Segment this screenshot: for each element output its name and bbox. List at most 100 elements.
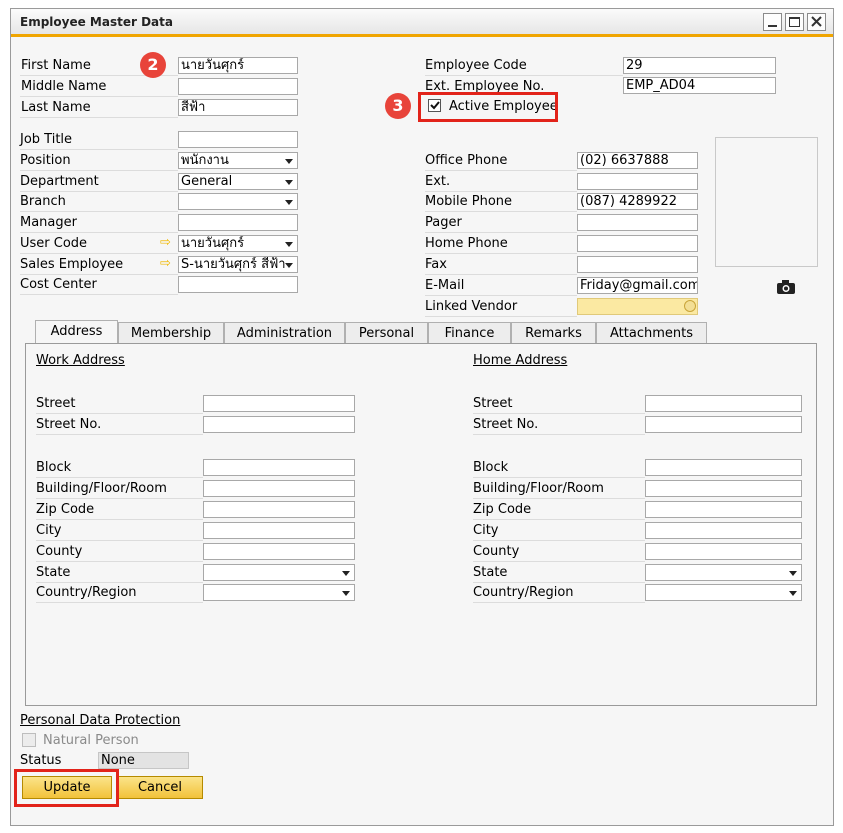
address-label: Building/Floor/Room xyxy=(36,481,167,496)
underline xyxy=(20,191,178,192)
pdp-title: Personal Data Protection xyxy=(20,713,181,728)
name-field[interactable] xyxy=(178,78,298,95)
underline xyxy=(20,170,178,171)
home-address-field[interactable] xyxy=(645,584,802,601)
underline xyxy=(20,294,178,295)
underline xyxy=(473,519,645,520)
contact-field[interactable] xyxy=(577,173,698,190)
underline xyxy=(36,602,203,603)
callout-badge-2: 2 xyxy=(140,52,166,78)
home-address-field[interactable] xyxy=(645,543,802,560)
underline xyxy=(36,434,203,435)
close-button[interactable] xyxy=(807,13,826,31)
address-label: Block xyxy=(36,460,72,475)
field-label: Job Title xyxy=(20,132,73,147)
field-label: Home Phone xyxy=(425,236,508,251)
field-label: Branch xyxy=(20,194,66,209)
dropdown-field[interactable]: General xyxy=(178,173,298,190)
contact-field[interactable]: Friday@gmail.com xyxy=(577,277,698,294)
field-label: Department xyxy=(20,174,99,189)
underline xyxy=(425,295,577,296)
underline xyxy=(473,602,645,603)
home-address-field[interactable] xyxy=(645,522,802,539)
field-label: Manager xyxy=(20,215,77,230)
field-label: Office Phone xyxy=(425,153,508,168)
natural-person-checkbox[interactable] xyxy=(22,733,36,747)
work-address-field[interactable] xyxy=(203,584,355,601)
address-label: County xyxy=(36,544,83,559)
field-label: Last Name xyxy=(21,100,91,115)
home-address-field[interactable] xyxy=(645,459,802,476)
underline xyxy=(20,211,178,212)
cancel-button[interactable]: Cancel xyxy=(117,776,203,799)
maximize-icon xyxy=(789,17,800,27)
work-address-title: Work Address xyxy=(36,353,125,368)
tab-personal[interactable]: Personal xyxy=(345,322,428,344)
underline xyxy=(425,170,577,171)
contact-field[interactable]: (02) 6637888 xyxy=(577,152,698,169)
callout-badge-3: 3 xyxy=(385,93,411,119)
tab-address[interactable]: Address xyxy=(35,320,118,344)
tab-administration[interactable]: Administration xyxy=(224,322,345,344)
contact-field[interactable] xyxy=(577,214,698,231)
work-address-field[interactable] xyxy=(203,480,355,497)
contact-field[interactable]: (087) 4289922 xyxy=(577,193,698,210)
minimize-button[interactable] xyxy=(763,13,782,31)
text-field[interactable] xyxy=(178,131,298,148)
camera-icon[interactable] xyxy=(776,279,796,295)
dropdown-field[interactable]: S-นายวันศุกร์ สีฟ้า xyxy=(178,256,298,273)
linked-vendor-field[interactable] xyxy=(577,298,698,315)
employee-code-label: Employee Code xyxy=(425,58,527,73)
tab-finance[interactable]: Finance xyxy=(428,322,511,344)
name-field[interactable]: นายวันศุกร์ xyxy=(178,57,298,74)
underline xyxy=(36,519,203,520)
link-arrow-icon[interactable]: ⇨ xyxy=(160,256,171,271)
employee-photo-area[interactable] xyxy=(715,137,818,267)
underline xyxy=(473,540,645,541)
employee-code-field[interactable]: 29 xyxy=(623,57,776,74)
text-field[interactable] xyxy=(178,214,298,231)
link-arrow-icon[interactable]: ⇨ xyxy=(160,235,171,250)
work-address-field[interactable] xyxy=(203,543,355,560)
maximize-button[interactable] xyxy=(785,13,804,31)
address-label: State xyxy=(36,565,71,580)
address-label: Street xyxy=(36,396,76,411)
work-address-field[interactable] xyxy=(203,522,355,539)
contact-field[interactable] xyxy=(577,256,698,273)
work-address-field[interactable] xyxy=(203,416,355,433)
title-bar: Employee Master Data xyxy=(11,9,833,37)
field-label: Cost Center xyxy=(20,277,97,292)
address-label: City xyxy=(473,523,499,538)
field-label: Pager xyxy=(425,215,462,230)
underline xyxy=(36,582,203,583)
work-address-field[interactable] xyxy=(203,395,355,412)
dropdown-field[interactable]: นายวันศุกร์ xyxy=(178,235,298,252)
work-address-field[interactable] xyxy=(203,459,355,476)
dropdown-field[interactable] xyxy=(178,193,298,210)
home-address-field[interactable] xyxy=(645,564,802,581)
dropdown-field[interactable]: พนักงาน xyxy=(178,152,298,169)
tab-membership[interactable]: Membership xyxy=(118,322,224,344)
underline xyxy=(20,253,178,254)
home-address-field[interactable] xyxy=(645,416,802,433)
field-label: Mobile Phone xyxy=(425,194,513,209)
underline xyxy=(36,561,203,562)
field-label: Position xyxy=(20,153,71,168)
home-address-field[interactable] xyxy=(645,395,802,412)
work-address-field[interactable] xyxy=(203,564,355,581)
underline xyxy=(425,274,577,275)
tab-remarks[interactable]: Remarks xyxy=(511,322,596,344)
ext-employee-no-field[interactable]: EMP_AD04 xyxy=(623,77,776,94)
field-label: User Code xyxy=(20,236,88,251)
tab-attachments[interactable]: Attachments xyxy=(596,322,707,344)
lookup-icon[interactable] xyxy=(684,300,696,312)
work-address-field[interactable] xyxy=(203,501,355,518)
address-label: Street No. xyxy=(36,417,102,432)
window-title: Employee Master Data xyxy=(20,15,173,29)
home-address-field[interactable] xyxy=(645,480,802,497)
address-label: City xyxy=(36,523,62,538)
contact-field[interactable] xyxy=(577,235,698,252)
home-address-field[interactable] xyxy=(645,501,802,518)
text-field[interactable] xyxy=(178,276,298,293)
name-field[interactable]: สีฟ้า xyxy=(178,99,298,116)
